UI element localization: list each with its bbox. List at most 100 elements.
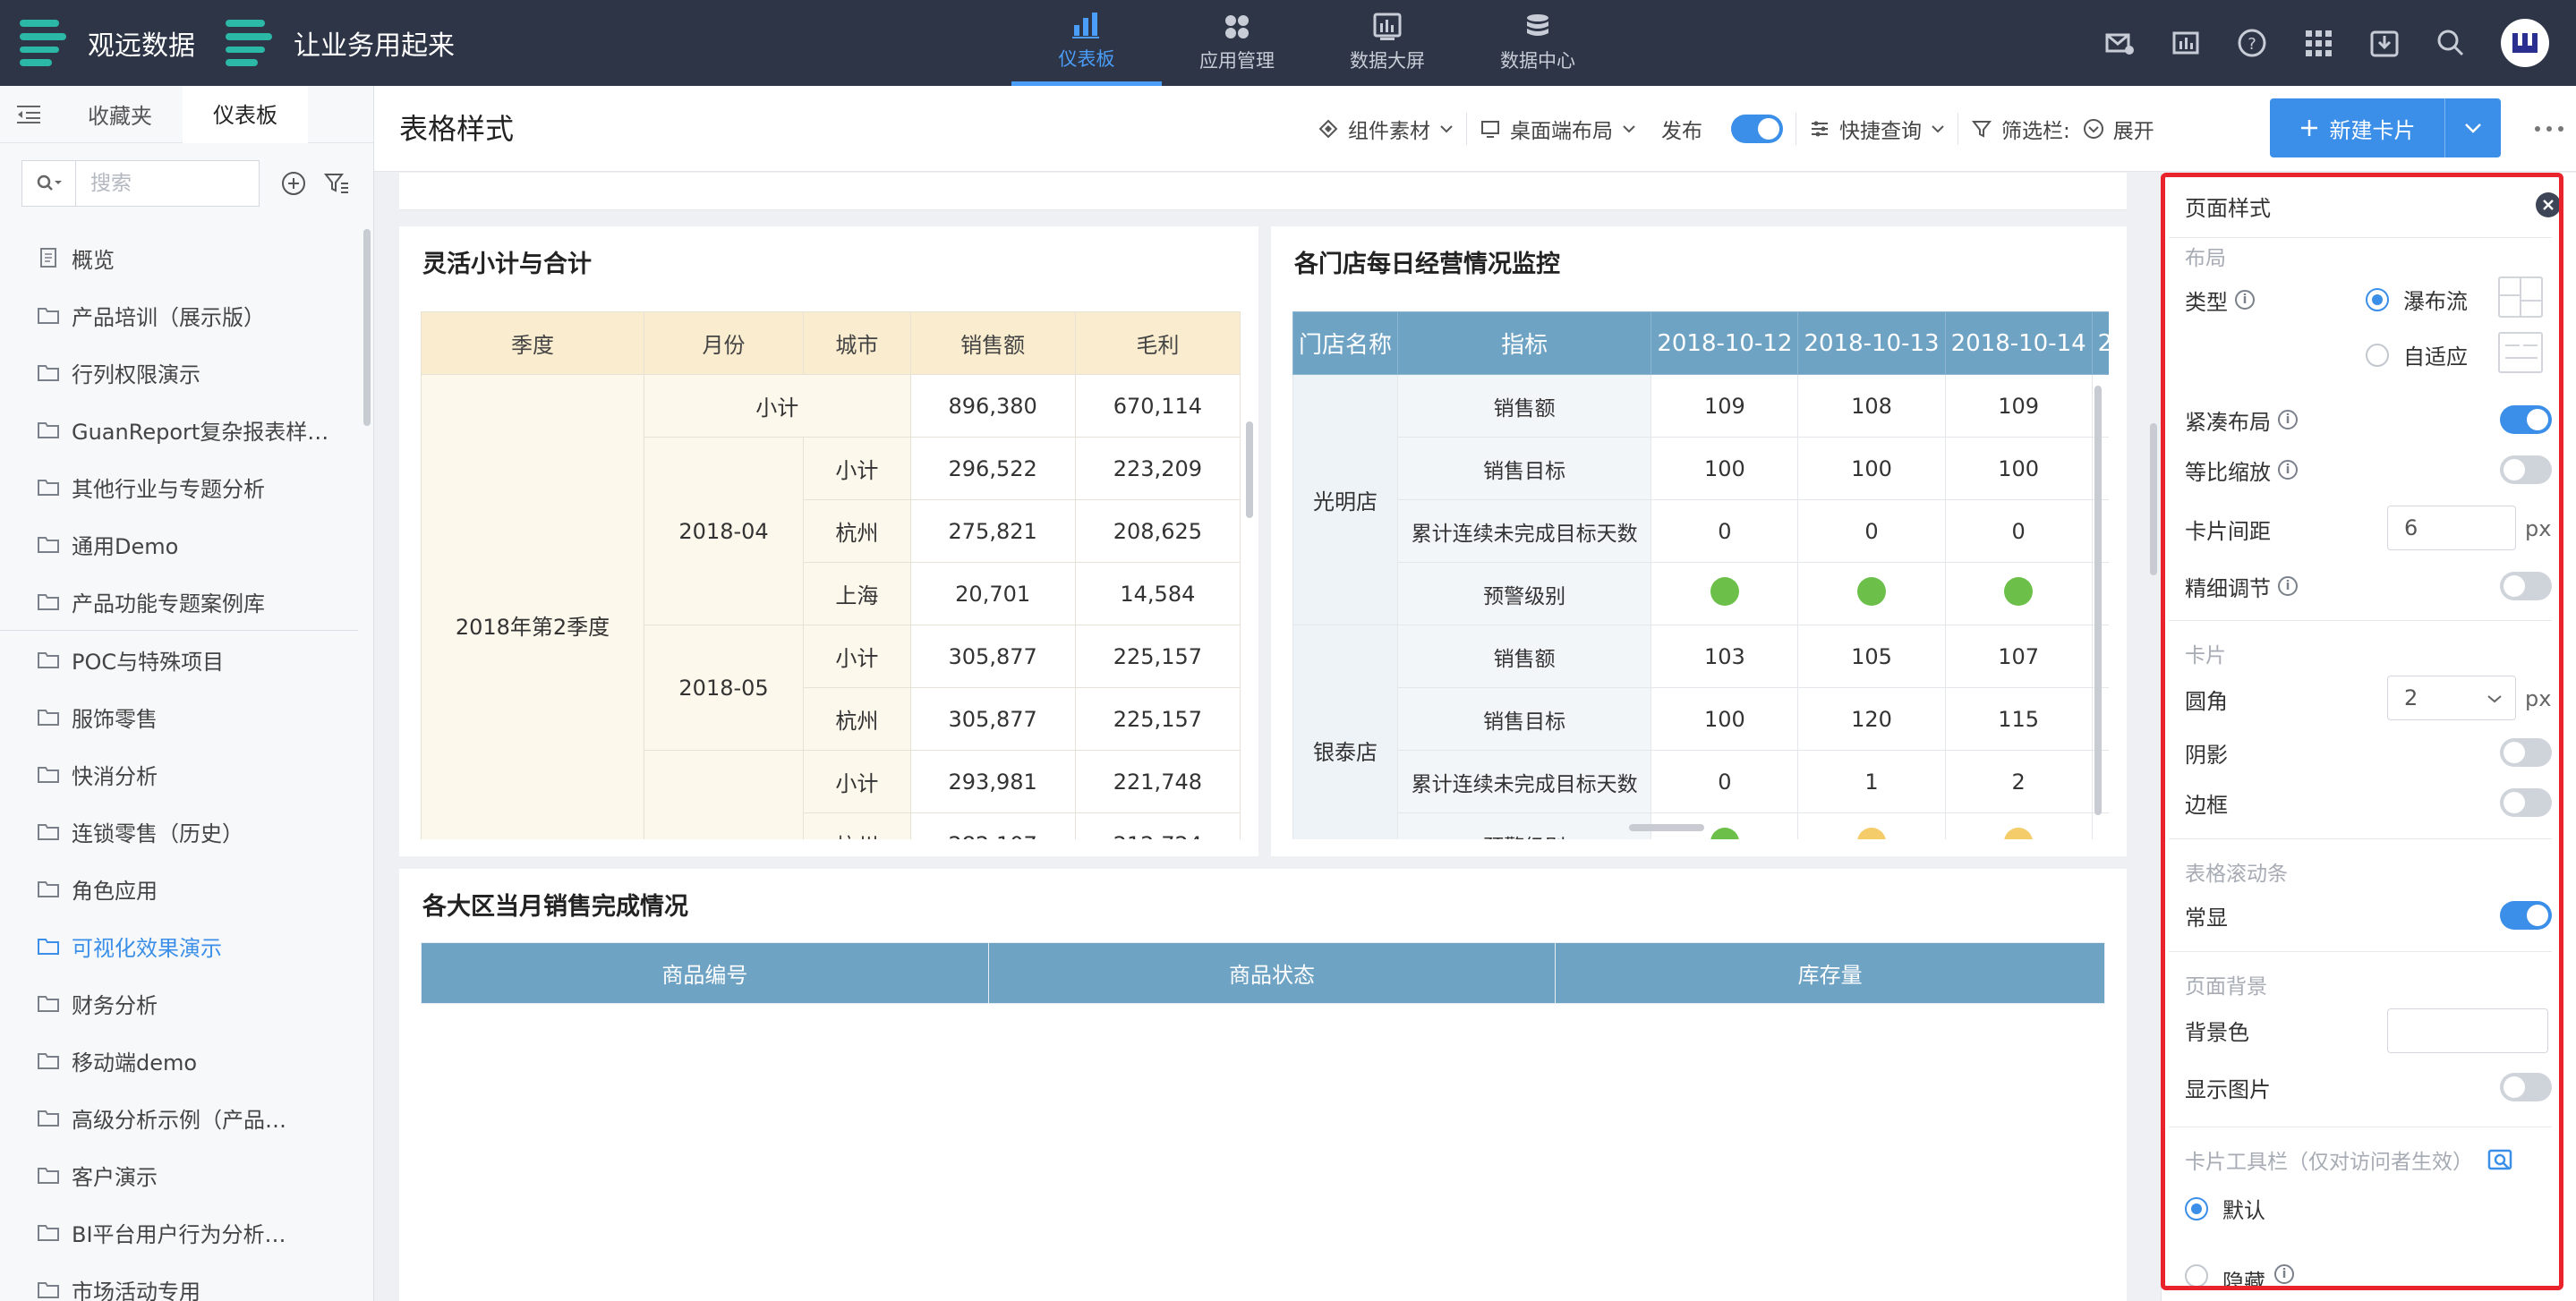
sales-cell: 896,380 [909,374,1076,438]
list-item[interactable]: 通用Demo [0,515,367,573]
download-icon[interactable] [2368,27,2401,59]
column-header[interactable]: 2018-10-13 [1797,311,1946,375]
info-icon[interactable]: i [2278,410,2298,429]
tab-favorites[interactable]: 收藏夹 [57,86,183,143]
info-icon[interactable]: i [2235,290,2255,310]
bg-color-picker[interactable] [2387,1008,2548,1053]
list-item[interactable]: 角色应用 [0,860,367,917]
column-header[interactable]: 2018-10-12 [1651,311,1799,375]
column-header[interactable]: 季度 [421,311,644,375]
list-item[interactable]: 其他行业与专题分析 [0,458,367,515]
column-header[interactable]: 城市 [803,311,911,375]
always-show-toggle[interactable] [2500,901,2552,930]
nav-dashboard[interactable]: 仪表板 [1011,0,1162,86]
column-header[interactable]: 月份 [643,311,805,375]
brand[interactable]: 观远数据 [20,0,195,86]
shadow-toggle[interactable] [2500,738,2552,767]
list-item[interactable]: 市场活动专用 [0,1261,367,1301]
nav-screen[interactable]: 数据大屏 [1312,0,1463,86]
gap-input[interactable]: 6 [2387,506,2516,550]
list-item[interactable]: 产品培训（展示版） [0,286,367,344]
close-button[interactable] [2536,192,2561,217]
info-icon[interactable]: i [2278,460,2298,480]
collapse-sidebar-button[interactable] [0,86,57,143]
search-input[interactable] [76,172,255,195]
new-card-dropdown[interactable] [2445,98,2501,157]
option-adaptive[interactable]: 自适应 [2366,339,2468,370]
toolbar-option-hidden[interactable]: 隐藏 i [2185,1264,2294,1289]
quick-query-menu[interactable]: 快捷查询 [1796,86,1958,172]
new-card-button[interactable]: 新建卡片 [2270,98,2501,157]
nav-data-center[interactable]: 数据中心 [1463,0,1613,86]
new-card-main[interactable]: 新建卡片 [2270,98,2445,157]
list-item[interactable]: 快消分析 [0,745,367,803]
avatar[interactable] [2501,19,2549,67]
more-button[interactable] [2531,113,2567,145]
divider [2169,951,2552,952]
column-header[interactable]: 销售额 [909,311,1076,375]
bar-chart-icon [1072,12,1099,38]
list-item[interactable]: GuanReport复杂报表样… [0,401,367,458]
report-icon[interactable] [2170,27,2202,59]
value-cell: 0 [1944,499,2093,563]
help-icon[interactable]: ? [2236,27,2268,59]
table-h-scrollbar[interactable] [1629,824,1704,831]
publish-label: 发布 [1661,120,1702,143]
sidebar-item-overview[interactable]: 概览 [0,229,367,286]
radio-unselected[interactable] [2185,1264,2208,1288]
info-icon[interactable]: i [2278,576,2298,596]
column-header[interactable]: 商品状态 [987,942,1557,1004]
radius-select[interactable]: 2 [2387,676,2516,720]
table-scrollbar[interactable] [1246,421,1253,518]
radio-selected[interactable] [2366,287,2389,311]
plus-icon [2300,120,2317,136]
compact-toggle[interactable] [2500,405,2552,434]
column-header[interactable]: 库存量 [1555,942,2105,1004]
fine-toggle[interactable] [2500,572,2552,600]
column-header[interactable]: 2018-10-14 [1944,311,2093,375]
canvas-scrollbar[interactable] [2150,423,2157,575]
list-item[interactable]: 行列权限演示 [0,344,367,401]
radio-selected[interactable] [2185,1196,2208,1220]
list-item[interactable]: POC与特殊项目 [0,631,367,688]
nav-apps[interactable]: 应用管理 [1162,0,1312,86]
divider [2169,620,2552,621]
column-header[interactable]: 门店名称 [1292,311,1399,375]
scale-toggle[interactable] [2500,455,2552,484]
list-item[interactable]: BI平台用户行为分析… [0,1203,367,1261]
column-header[interactable]: 指标 [1397,311,1652,375]
project-switcher[interactable]: 让业务用起来 [226,0,455,86]
preview-icon[interactable] [2487,1148,2514,1171]
search-icon[interactable] [2435,27,2467,59]
components-menu[interactable]: 组件素材 [1305,86,1466,172]
list-item[interactable]: 客户演示 [0,1146,367,1203]
expand-button[interactable]: 展开 [2083,86,2167,172]
column-header[interactable]: 商品编号 [421,942,989,1004]
list-item[interactable]: 连锁零售（历史） [0,803,367,860]
list-item[interactable]: 高级分析示例（产品… [0,1089,367,1146]
column-header[interactable]: 毛利 [1074,311,1241,375]
option-waterfall[interactable]: 瀑布流 [2366,284,2468,315]
layout-menu[interactable]: 桌面端布局 [1467,86,1649,172]
filter-button[interactable] [319,166,354,201]
tab-dashboards[interactable]: 仪表板 [183,85,308,143]
border-toggle[interactable] [2500,788,2552,817]
info-icon[interactable]: i [2274,1264,2294,1284]
list-item[interactable]: 移动端demo [0,1032,367,1089]
mail-icon[interactable] [2103,27,2136,59]
radio-unselected[interactable] [2366,343,2389,367]
column-header[interactable]: 2 [2091,311,2109,375]
sidebar-item-active[interactable]: 可视化效果演示 [0,917,367,974]
add-button[interactable] [276,166,311,201]
table-scrollbar[interactable] [2094,386,2102,815]
publish-toggle[interactable] [1731,115,1783,143]
grid-icon[interactable] [2302,27,2334,59]
list-item[interactable]: 产品功能专题案例库 [0,573,367,630]
toolbar-option-default[interactable]: 默认 [2185,1193,2265,1224]
search-type-button[interactable] [22,161,76,206]
card-title: 灵活小计与合计 [422,251,592,278]
show-image-toggle[interactable] [2500,1073,2552,1101]
list-item[interactable]: 财务分析 [0,974,367,1032]
sidebar-scrollbar[interactable] [363,229,371,426]
list-item[interactable]: 服饰零售 [0,688,367,745]
